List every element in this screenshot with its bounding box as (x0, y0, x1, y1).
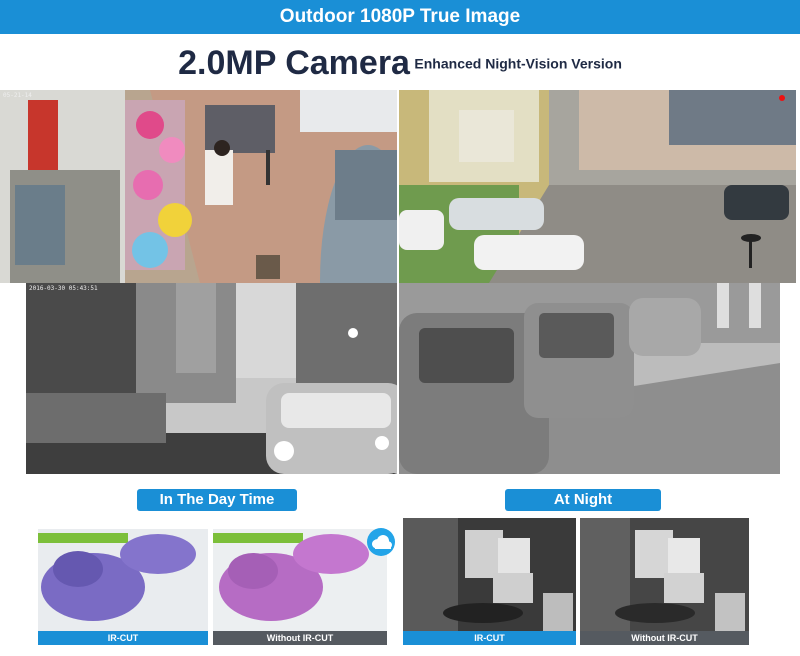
night-without-ir-cut-caption: Without IR-CUT (580, 631, 749, 645)
night-street-photo: 2016-03-30 05:43:51 (26, 283, 397, 474)
ir-cut-caption: IR-CUT (38, 631, 208, 645)
night-ir-cut-photo (403, 518, 576, 631)
cloud-icon (367, 528, 395, 556)
headline-sub: Enhanced Night-Vision Version (414, 55, 622, 72)
headline: 2.0MP Camera Enhanced Night-Vision Versi… (0, 44, 800, 83)
flower-without-ir-cut-photo (213, 529, 387, 631)
night-vans-photo (399, 283, 780, 474)
day-shop-photo: 05-21-14 (0, 90, 397, 283)
osd-timestamp: 2016-03-30 05:43:51 (29, 285, 98, 292)
night-ir-cut-caption: IR-CUT (403, 631, 576, 645)
night-without-ir-cut-photo (580, 518, 749, 631)
day-parking-photo (399, 90, 796, 283)
headline-main: 2.0MP Camera (178, 44, 410, 82)
osd-timestamp: 05-21-14 (3, 92, 32, 99)
night-label: At Night (505, 489, 661, 511)
flower-ir-cut-photo (38, 529, 208, 631)
top-banner: Outdoor 1080P True Image (0, 0, 800, 34)
without-ir-cut-caption: Without IR-CUT (213, 631, 387, 645)
day-time-label: In The Day Time (137, 489, 297, 511)
banner-title: Outdoor 1080P True Image (279, 6, 521, 27)
